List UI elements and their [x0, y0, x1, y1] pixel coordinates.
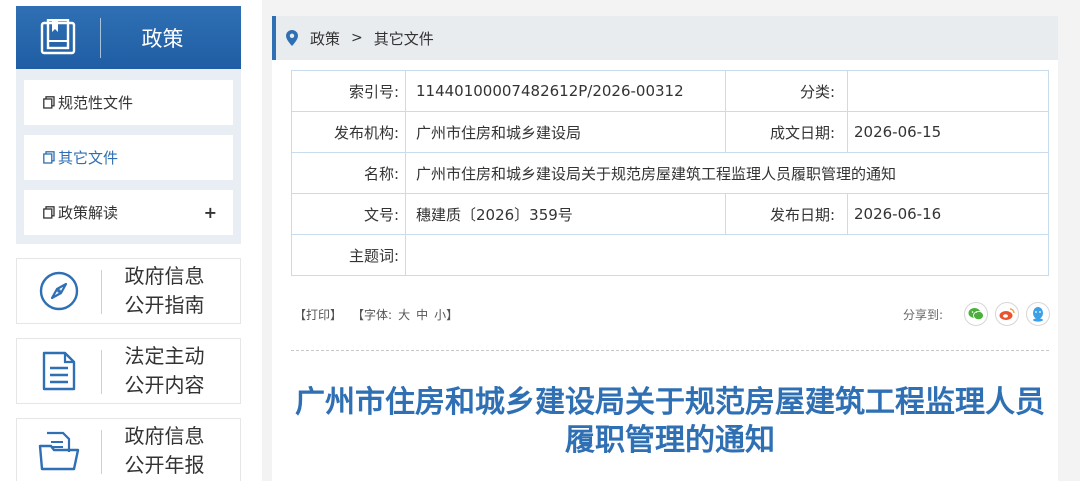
font-size-prefix: 【字体: — [352, 307, 393, 322]
policy-book-icon — [16, 18, 100, 57]
dashed-divider — [291, 350, 1049, 351]
published-date-value: 2026-06-16 — [847, 193, 1049, 235]
category-label: 分类: — [725, 70, 848, 112]
wechat-icon[interactable] — [964, 302, 988, 326]
font-medium-button[interactable]: 中 — [416, 306, 428, 323]
name-value: 广州市住房和城乡建设局关于规范房屋建筑工程监理人员履职管理的通知 — [405, 152, 1049, 194]
content-panel: 政策 > 其它文件 索引号: 11440100007482612P/2026-0… — [272, 16, 1058, 481]
sidebar-item-label: 其它文件 — [58, 149, 119, 167]
doc-number-label: 文号: — [291, 193, 406, 235]
sidebar-item-label: 政策解读 — [58, 204, 119, 222]
breadcrumb-other-docs[interactable]: 其它文件 — [374, 28, 434, 49]
category-value — [847, 70, 1049, 112]
folder-icon — [17, 430, 101, 472]
document-title: 广州市住房和城乡建设局关于规范房屋建筑工程监理人员 履职管理的通知 — [295, 385, 1045, 458]
index-label: 索引号: — [291, 70, 406, 112]
doc-number-value: 穗建质〔2026〕359号 — [405, 193, 726, 235]
index-value: 11440100007482612P/2026-00312 — [405, 70, 726, 112]
font-size-suffix: 】 — [446, 307, 459, 322]
document-icon — [43, 206, 55, 219]
sidebar-item-normative-docs[interactable]: 规范性文件 — [24, 80, 233, 125]
card-disclosure-guide[interactable]: 政府信息 公开指南 — [16, 258, 241, 324]
sidebar-header: 政策 — [16, 6, 241, 69]
qq-icon[interactable] — [1026, 302, 1050, 326]
font-large-button[interactable]: 大 — [398, 306, 410, 323]
document-icon — [43, 151, 55, 164]
sidebar-item-other-docs[interactable]: 其它文件 — [24, 135, 233, 180]
expand-plus-icon[interactable]: + — [204, 203, 217, 222]
breadcrumb-policy[interactable]: 政策 — [310, 28, 340, 49]
sidebar: 政策 规范性文件 其它文件 政策解读 + 政府信息 公开指南 法定主动 公开内容… — [16, 6, 241, 481]
share-bar: 分享到: — [903, 302, 1050, 326]
document-toolbar: 【打印】 【字体: 大 中 小 】 分享到: — [294, 300, 1050, 328]
print-button[interactable]: 【打印】 — [294, 306, 342, 323]
sidebar-title: 政策 — [141, 26, 184, 51]
breadcrumb-separator: > — [351, 30, 363, 46]
sidebar-menu: 规范性文件 其它文件 政策解读 + — [16, 69, 241, 244]
card-label: 政府信息 公开年报 — [124, 424, 205, 477]
name-label: 名称: — [291, 152, 406, 194]
compass-icon — [17, 270, 101, 312]
main-area: 政策 > 其它文件 索引号: 11440100007482612P/2026-0… — [262, 0, 1080, 481]
card-label: 政府信息 公开指南 — [124, 264, 205, 317]
breadcrumb: 政策 > 其它文件 — [272, 16, 1058, 60]
document-icon — [43, 96, 55, 109]
font-small-button[interactable]: 小 — [434, 306, 446, 323]
card-statutory-content[interactable]: 法定主动 公开内容 — [16, 338, 241, 404]
location-pin-icon — [286, 30, 298, 46]
created-date-label: 成文日期: — [725, 111, 848, 153]
document-meta-table: 索引号: 11440100007482612P/2026-00312 分类: 发… — [291, 70, 1049, 276]
sidebar-item-label: 规范性文件 — [58, 94, 134, 112]
share-label: 分享到: — [902, 307, 943, 322]
created-date-value: 2026-06-15 — [847, 111, 1049, 153]
subject-label: 主题词: — [291, 234, 406, 276]
weibo-icon[interactable] — [995, 302, 1019, 326]
card-label: 法定主动 公开内容 — [124, 344, 205, 397]
issuer-value: 广州市住房和城乡建设局 — [405, 111, 726, 153]
document-lines-icon — [17, 350, 101, 392]
issuer-label: 发布机构: — [291, 111, 406, 153]
subject-value — [405, 234, 1049, 276]
published-date-label: 发布日期: — [725, 193, 848, 235]
card-annual-report[interactable]: 政府信息 公开年报 — [16, 418, 241, 481]
sidebar-item-policy-interpretation[interactable]: 政策解读 + — [24, 190, 233, 235]
